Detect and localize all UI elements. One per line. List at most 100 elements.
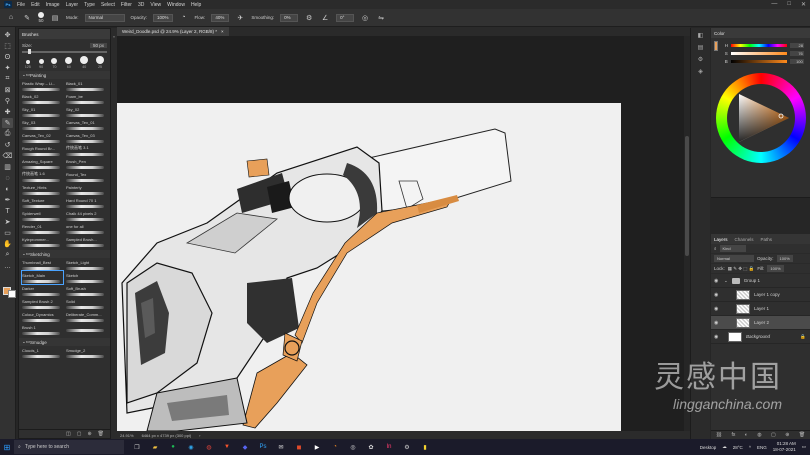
add-brush-icon[interactable]: ⊕ bbox=[87, 431, 91, 437]
pressure-size-icon[interactable]: ◎ bbox=[360, 13, 370, 23]
sticky-icon[interactable]: ▮ bbox=[420, 442, 430, 452]
artboard[interactable] bbox=[117, 103, 621, 431]
blend-mode-select[interactable]: Normal bbox=[714, 255, 754, 262]
lock-icons[interactable]: ▦ ✎ ✥ ⬚ 🔒 bbox=[728, 266, 755, 272]
brush-preset[interactable]: Deliberate_Comm... bbox=[66, 310, 107, 323]
brush-preset[interactable]: Render_01 bbox=[22, 222, 63, 235]
marquee-icon[interactable]: ⬚ bbox=[2, 41, 13, 51]
settings-icon[interactable]: ⚙ bbox=[402, 442, 412, 452]
link-icon[interactable]: ⛓ bbox=[716, 432, 722, 438]
brush-preset[interactable]: Sky_01 bbox=[22, 105, 63, 118]
brush-tip-preset[interactable]: 60 bbox=[65, 57, 73, 69]
brush-tip-preset[interactable]: 25 bbox=[96, 56, 105, 69]
brush-preset[interactable] bbox=[66, 323, 107, 336]
angle-field[interactable]: 0° bbox=[336, 13, 355, 22]
tab-channels[interactable]: Channels bbox=[735, 237, 754, 242]
layer-row[interactable]: ◉ Layer 1 bbox=[711, 302, 810, 316]
tab-layers[interactable]: Layers bbox=[714, 237, 728, 242]
brush-preset[interactable]: Amazing_Square bbox=[22, 157, 63, 170]
brush-tip-preset[interactable]: 125 bbox=[25, 60, 31, 69]
smoothing-gear-icon[interactable]: ⚙ bbox=[304, 13, 314, 23]
healing-icon[interactable]: ✚ bbox=[2, 107, 13, 117]
close-icon[interactable]: ✕ bbox=[801, 1, 806, 8]
davinci-icon[interactable]: ✿ bbox=[366, 442, 376, 452]
mail-icon[interactable]: ✉ bbox=[276, 442, 286, 452]
brush-settings-icon[interactable]: ▤ bbox=[50, 13, 60, 23]
background-color-swatch[interactable] bbox=[8, 290, 16, 298]
kind-filter-select[interactable]: Kind bbox=[719, 245, 746, 252]
brush-preset[interactable]: Black_02 bbox=[22, 92, 63, 105]
brush-tool-icon[interactable]: ✎ bbox=[22, 13, 32, 23]
menu-view[interactable]: View bbox=[150, 2, 161, 8]
color-swatches[interactable] bbox=[3, 287, 16, 298]
start-button[interactable]: ⊞ bbox=[0, 439, 14, 455]
path-select-icon[interactable]: ➤ bbox=[2, 217, 13, 227]
brush-tip-preset[interactable]: 40 bbox=[80, 56, 89, 69]
brush-preset[interactable]: Brush_Pen bbox=[66, 157, 107, 170]
color-wheel[interactable] bbox=[716, 73, 806, 163]
current-color-swatch[interactable] bbox=[714, 41, 718, 51]
eyedropper-icon[interactable]: ⚲ bbox=[2, 96, 13, 106]
color-triangle[interactable] bbox=[727, 84, 795, 152]
symmetry-icon[interactable]: ⇋ bbox=[376, 13, 386, 23]
trash-icon[interactable]: 🗑 bbox=[98, 431, 104, 437]
blur-icon[interactable]: ◌ bbox=[2, 173, 13, 183]
brush-preset[interactable]: 传统画笔 3.1 bbox=[66, 144, 107, 157]
zoom-icon[interactable]: ⌕ bbox=[2, 250, 13, 260]
mode-select[interactable]: Normal bbox=[84, 13, 125, 22]
task-view-icon[interactable]: ❐ bbox=[132, 442, 142, 452]
rectangle-icon[interactable]: ▭ bbox=[2, 228, 13, 238]
explorer-icon[interactable]: ▰ bbox=[150, 442, 160, 452]
weather-icon[interactable]: ☁ bbox=[722, 444, 727, 450]
adjustments-icon[interactable]: ⚙ bbox=[698, 56, 703, 63]
pressure-opacity-icon[interactable]: ◔ bbox=[179, 13, 189, 23]
obs-icon[interactable]: ◎ bbox=[348, 442, 358, 452]
toggle-panel-icon[interactable]: ◫ bbox=[66, 431, 71, 437]
brush-preset[interactable]: Clouds_1 bbox=[22, 346, 63, 359]
type-icon[interactable]: T bbox=[2, 206, 13, 216]
menu-select[interactable]: Select bbox=[101, 2, 115, 8]
zoom-level[interactable]: 24.91% bbox=[120, 433, 134, 438]
brush-preset[interactable]: Smudge_2 bbox=[66, 346, 107, 359]
airbrush-icon[interactable]: ✈ bbox=[235, 13, 245, 23]
crop-icon[interactable]: ⌗ bbox=[2, 74, 13, 84]
eye-icon[interactable]: ◉ bbox=[714, 306, 720, 312]
spotify-icon[interactable]: ● bbox=[168, 442, 178, 452]
adjustment-layer-icon[interactable]: ◍ bbox=[757, 432, 761, 438]
maximize-icon[interactable]: □ bbox=[787, 1, 791, 8]
edge-icon[interactable]: ◉ bbox=[186, 442, 196, 452]
menu-type[interactable]: Type bbox=[84, 2, 95, 8]
layer-row[interactable]: ◉ ⌄ Group 1 bbox=[711, 274, 810, 288]
pen-icon[interactable]: ✒ bbox=[2, 195, 13, 205]
brush-group-header[interactable]: ⌄ ▭ Sketching bbox=[19, 250, 110, 258]
menu-3d[interactable]: 3D bbox=[138, 2, 144, 8]
brush-preset[interactable]: Sketch_Main bbox=[21, 270, 64, 285]
taskbar-search[interactable]: ⌕ Type here to search bbox=[14, 440, 124, 454]
brush-preset[interactable]: Painterly bbox=[66, 183, 107, 196]
brush-tip-preset[interactable]: 90 bbox=[38, 59, 44, 69]
gradient-icon[interactable]: ▥ bbox=[2, 162, 13, 172]
brush-preset[interactable]: Kyleprommer... bbox=[22, 235, 63, 248]
brush-preset[interactable]: Sky_02 bbox=[66, 105, 107, 118]
hsb-value-field[interactable]: 100 bbox=[789, 58, 804, 64]
eye-icon[interactable]: ◉ bbox=[714, 278, 720, 284]
dodge-icon[interactable]: ◐ bbox=[2, 184, 13, 194]
mask-icon[interactable]: ◐ bbox=[745, 432, 748, 438]
brush-preset[interactable]: Round_Tex bbox=[66, 170, 107, 183]
brush-preset[interactable]: Black_01 bbox=[66, 79, 107, 92]
lang-indicator[interactable]: ENG bbox=[757, 445, 767, 450]
chevron-down-icon[interactable]: ⌄ bbox=[724, 278, 728, 284]
office-icon[interactable]: ◼ bbox=[294, 442, 304, 452]
magic-wand-icon[interactable]: ✦ bbox=[2, 63, 13, 73]
brush-preset[interactable]: Thumbnail_Best bbox=[22, 258, 63, 271]
brush-preset[interactable]: Plastic Wrap – Li... bbox=[22, 79, 63, 92]
move-icon[interactable]: ✥ bbox=[2, 30, 13, 40]
layer-opacity-field[interactable]: 100% bbox=[776, 255, 793, 262]
eye-icon[interactable]: ◉ bbox=[714, 292, 720, 298]
eye-icon[interactable]: ◉ bbox=[714, 320, 720, 326]
brush-preset[interactable]: Soft_Brush bbox=[66, 284, 107, 297]
brush-preset-picker[interactable]: 50 bbox=[38, 12, 44, 23]
lasso-icon[interactable]: ʘ bbox=[2, 52, 13, 62]
chrome-icon[interactable]: ◍ bbox=[204, 442, 214, 452]
eraser-icon[interactable]: ⌫ bbox=[2, 151, 13, 161]
